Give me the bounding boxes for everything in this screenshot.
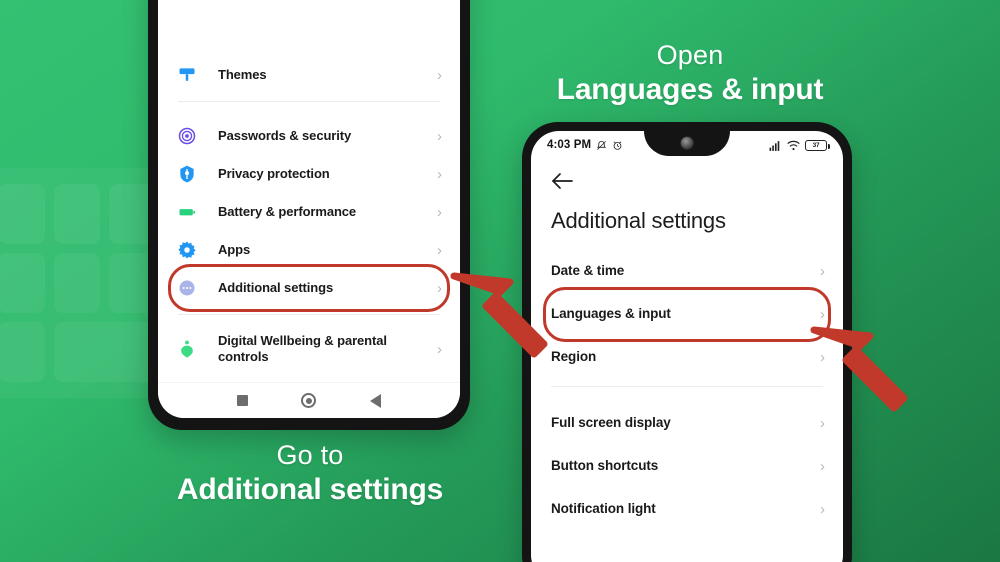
keyboard-key xyxy=(0,253,45,313)
chevron-right-icon: › xyxy=(437,279,442,297)
digital-wellbeing-icon xyxy=(176,338,198,360)
themes-icon xyxy=(176,64,198,86)
caption-line-1: Open xyxy=(656,40,724,70)
settings-row-label: Apps xyxy=(218,241,251,257)
caption-go-to-additional-settings: Go to Additional settings xyxy=(125,440,495,509)
settings-row-privacy-protection[interactable]: Privacy protection › xyxy=(158,155,460,193)
section-divider xyxy=(178,314,440,315)
settings-row-label: Date & time xyxy=(551,263,625,279)
settings-row-label: Languages & input xyxy=(551,306,671,322)
settings-row-apps[interactable]: Apps › xyxy=(158,231,460,269)
passwords-security-icon xyxy=(176,125,198,147)
settings-row-additional-settings[interactable]: Additional settings › xyxy=(158,269,460,307)
keyboard-key xyxy=(53,253,101,313)
battery-icon: 37 xyxy=(805,139,830,151)
chevron-right-icon: › xyxy=(437,165,442,183)
settings-row-battery-performance[interactable]: Battery & performance › xyxy=(158,193,460,231)
highlighted-row-wrapper-languages-input: Languages & input › xyxy=(531,287,843,342)
keyboard-watermark xyxy=(0,168,172,398)
settings-row-languages-input[interactable]: Languages & input › xyxy=(531,293,843,336)
waterdrop-notch xyxy=(644,131,730,156)
settings-row-label: Full screen display xyxy=(551,415,671,431)
settings-row-digital-wellbeing[interactable]: Digital Wellbeing & parental controls › xyxy=(158,330,460,368)
settings-row-themes[interactable]: Themes › xyxy=(158,56,460,94)
wifi-icon xyxy=(787,140,800,151)
pointer-arrow-left xyxy=(448,262,560,362)
cellular-signal-icon xyxy=(769,140,782,151)
settings-row-label: Battery & performance xyxy=(218,203,357,219)
settings-row-label: Privacy protection xyxy=(218,165,330,181)
page-title: Additional settings xyxy=(551,208,726,233)
settings-row-region[interactable]: Region › xyxy=(531,336,843,379)
chevron-right-icon: › xyxy=(820,415,825,432)
alarm-clock-icon xyxy=(612,140,623,151)
triangle-back-icon[interactable] xyxy=(370,393,382,408)
left-phone-screen: Themes › Passwords & security › Privacy … xyxy=(158,0,460,418)
chevron-right-icon: › xyxy=(820,458,825,475)
settings-row-date-time[interactable]: Date & time › xyxy=(531,250,843,293)
left-phone-mockup: Themes › Passwords & security › Privacy … xyxy=(148,0,470,430)
settings-row-passwords-security[interactable]: Passwords & security › xyxy=(158,117,460,155)
settings-row-label: Digital Wellbeing & parental controls xyxy=(218,332,387,364)
chevron-right-icon: › xyxy=(437,66,442,84)
circle-icon[interactable] xyxy=(301,393,317,408)
caption-line-2: Languages & input xyxy=(556,73,824,107)
battery-level-label: 37 xyxy=(812,141,820,149)
pointer-arrow-right xyxy=(808,316,920,416)
square-icon[interactable] xyxy=(236,395,248,406)
caption-open-languages-input: Open Languages & input xyxy=(500,40,880,109)
keyboard-spacebar xyxy=(53,322,156,382)
settings-row-label: Themes xyxy=(218,66,267,82)
mute-bell-icon xyxy=(596,140,607,151)
highlighted-row-wrapper-additional-settings: Additional settings › xyxy=(158,264,460,312)
section-divider xyxy=(551,386,823,387)
chevron-right-icon: › xyxy=(437,203,442,221)
caption-line-1: Go to xyxy=(276,440,344,470)
front-camera-icon xyxy=(680,136,694,150)
battery-performance-icon xyxy=(176,201,198,223)
android-navigation-bar xyxy=(158,382,460,418)
settings-row-full-screen-display[interactable]: Full screen display › xyxy=(531,402,843,445)
caption-line-2: Additional settings xyxy=(176,473,444,507)
privacy-protection-icon xyxy=(176,163,198,185)
app-bar xyxy=(531,159,843,196)
chevron-right-icon: › xyxy=(820,263,825,280)
right-phone-mockup: 4:03 PM 37 Additional settings Date & ti… xyxy=(522,122,852,562)
status-clock: 4:03 PM xyxy=(547,139,592,151)
status-bar-left: 4:03 PM xyxy=(547,139,623,151)
settings-row-label: Notification light xyxy=(551,501,656,517)
back-arrow-icon[interactable] xyxy=(551,173,575,195)
settings-row-label: Passwords & security xyxy=(218,127,352,143)
chevron-right-icon: › xyxy=(437,127,442,145)
chevron-right-icon: › xyxy=(437,340,442,358)
chevron-right-icon: › xyxy=(820,501,825,518)
section-divider xyxy=(178,101,440,102)
keyboard-key xyxy=(0,184,45,244)
status-bar-right: 37 xyxy=(769,139,830,151)
settings-row-label: Additional settings xyxy=(218,279,334,295)
chevron-right-icon: › xyxy=(437,241,442,259)
apps-gear-icon xyxy=(176,239,198,261)
keyboard-key xyxy=(53,184,101,244)
additional-settings-icon xyxy=(176,277,198,299)
right-phone-screen: 4:03 PM 37 Additional settings Date & ti… xyxy=(531,131,843,562)
settings-row-notification-light[interactable]: Notification light › xyxy=(531,488,843,531)
settings-row-button-shortcuts[interactable]: Button shortcuts › xyxy=(531,445,843,488)
keyboard-key xyxy=(0,322,45,382)
settings-row-label: Region xyxy=(551,349,597,365)
settings-row-label: Button shortcuts xyxy=(551,458,659,474)
